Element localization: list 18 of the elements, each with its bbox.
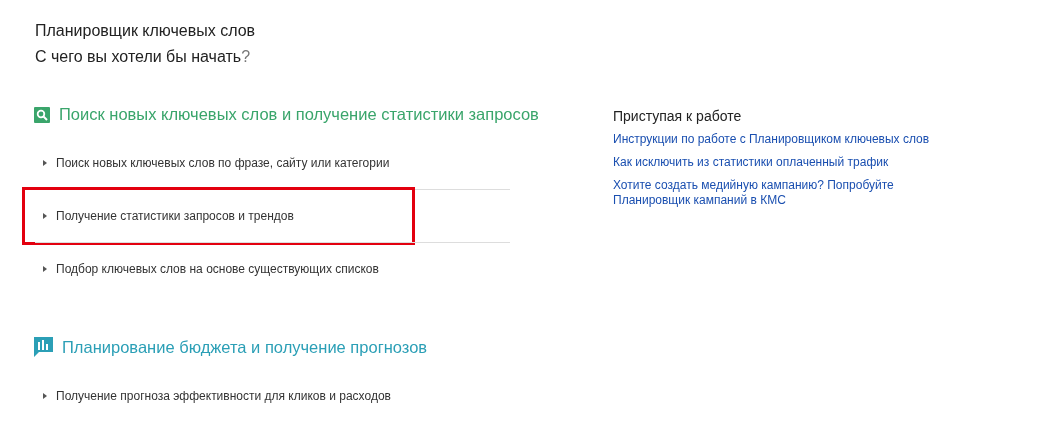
bar-chart-icon — [34, 337, 53, 357]
option-link[interactable]: Получение прогноза эффективности для кликов и расходов — [43, 389, 391, 403]
section-heading: Поиск новых ключевых слов и получение статистики запросов — [59, 105, 539, 124]
option-link[interactable]: Получение статистики запросов и трендов — [43, 209, 294, 223]
help-link[interactable]: Как исключить из статистики оплаченный трафик — [613, 155, 953, 170]
triangle-icon — [43, 393, 47, 399]
search-icon — [34, 106, 50, 123]
section-heading: Планирование бюджета и получение прогнозов — [62, 337, 428, 357]
sidebar-heading: Приступая к работе — [613, 108, 743, 124]
triangle-icon — [43, 160, 47, 166]
help-link[interactable]: Хотите создать медийную кампанию? Попробуйте Планировщик кампаний в КМС — [613, 178, 953, 208]
help-link[interactable]: Инструкции по работе с Планировщиком ключевых слов — [613, 132, 953, 147]
page-subtitle: С чего вы хотели бы начать? — [35, 47, 252, 67]
page-title: Планировщик ключевых слов — [35, 21, 257, 41]
triangle-icon — [43, 266, 47, 272]
option-link[interactable]: Поиск новых ключевых слов по фразе, сайту или категории — [43, 156, 390, 170]
triangle-icon — [43, 213, 47, 219]
option-link[interactable]: Подбор ключевых слов на основе существующих списков — [43, 262, 379, 276]
